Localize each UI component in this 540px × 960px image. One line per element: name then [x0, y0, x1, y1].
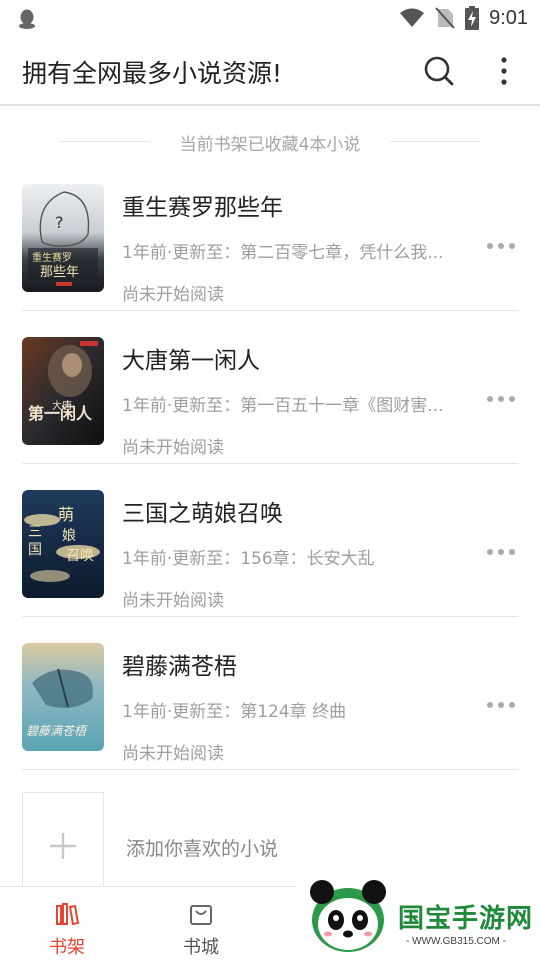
tab-bookshelf[interactable]: 书架 — [12, 887, 122, 960]
book-update-info: 1年前·更新至：第二百零七章，凭什么我... — [122, 243, 444, 263]
book-title: 三国之萌娘召唤 — [122, 501, 283, 527]
watermark-url: - WWW.GB315.COM - — [406, 936, 506, 947]
svg-text:那些年: 那些年 — [40, 265, 79, 280]
status-bar: 9:01 — [0, 0, 540, 36]
book-cover[interactable]: ? 重生赛罗 那些年 — [22, 184, 104, 292]
book-item[interactable]: 第一闲人 大唐 大唐第一闲人 1年前·更新至：第一百五十一章《图财害... 尚未… — [0, 311, 540, 464]
plus-icon — [50, 833, 76, 859]
book-read-status: 尚未开始阅读 — [122, 591, 224, 611]
svg-text:国: 国 — [28, 542, 42, 558]
panda-logo-icon — [310, 880, 386, 952]
watermark-name: 国宝手游网 — [398, 904, 534, 934]
wifi-icon — [400, 8, 425, 27]
book-title: 大唐第一闲人 — [122, 348, 260, 374]
shopping-bag-icon — [190, 905, 212, 925]
shelf-summary-text: 当前书架已收藏4本小说 — [179, 135, 361, 155]
more-horizontal-icon[interactable] — [480, 385, 522, 413]
search-icon[interactable] — [420, 52, 458, 90]
book-read-status: 尚未开始阅读 — [122, 438, 224, 458]
more-horizontal-icon[interactable] — [480, 691, 522, 719]
more-horizontal-icon[interactable] — [480, 232, 522, 260]
book-title: 碧藤满苍梧 — [122, 654, 237, 680]
svg-text:重生赛罗: 重生赛罗 — [32, 251, 72, 264]
page-title: 拥有全网最多小说资源! — [22, 59, 283, 88]
svg-text:召唤: 召唤 — [66, 547, 94, 564]
divider — [390, 141, 480, 142]
book-title: 重生赛罗那些年 — [122, 195, 283, 221]
svg-text:三: 三 — [28, 524, 42, 540]
book-read-status: 尚未开始阅读 — [122, 285, 224, 305]
watermark: 国宝手游网 - WWW.GB315.COM - — [296, 870, 540, 960]
book-item[interactable]: 三 国 萌 娘 召唤 三国之萌娘召唤 1年前·更新至：156章：长安大乱 尚未开… — [0, 464, 540, 617]
book-cover[interactable]: 碧藤满苍梧 — [22, 643, 104, 751]
tab-bookstore[interactable]: 书城 — [146, 887, 256, 960]
no-sim-icon — [435, 7, 455, 29]
svg-text:大唐: 大唐 — [52, 399, 72, 412]
svg-text:娘: 娘 — [62, 528, 76, 544]
book-cover[interactable]: 第一闲人 大唐 — [22, 337, 104, 445]
add-book-label[interactable]: 添加你喜欢的小说 — [126, 834, 278, 861]
shelf-summary: 当前书架已收藏4本小说 — [60, 128, 480, 156]
book-update-info: 1年前·更新至：第124章 终曲 — [122, 702, 347, 722]
battery-charging-icon — [465, 6, 480, 30]
book-item[interactable]: ? 重生赛罗 那些年 重生赛罗那些年 1年前·更新至：第二百零七章，凭什么我..… — [0, 158, 540, 311]
book-read-status: 尚未开始阅读 — [122, 744, 224, 764]
more-horizontal-icon[interactable] — [480, 538, 522, 566]
tab-bookstore-label: 书城 — [183, 937, 219, 958]
book-update-info: 1年前·更新至：156章：长安大乱 — [122, 549, 375, 569]
clock: 9:01 — [489, 6, 528, 29]
tab-bookshelf-label: 书架 — [49, 937, 85, 958]
app-bar: 拥有全网最多小说资源! — [0, 36, 540, 106]
book-cover[interactable]: 三 国 萌 娘 召唤 — [22, 490, 104, 598]
svg-text:碧藤满苍梧: 碧藤满苍梧 — [26, 724, 88, 738]
book-update-info: 1年前·更新至：第一百五十一章《图财害... — [122, 396, 444, 416]
qq-icon — [19, 9, 35, 29]
svg-text:?: ? — [55, 213, 64, 232]
svg-text:萌: 萌 — [58, 505, 74, 524]
bookshelf-icon — [56, 903, 80, 926]
more-vertical-icon[interactable] — [490, 52, 518, 90]
add-book-button[interactable] — [22, 792, 104, 900]
divider — [22, 769, 518, 770]
book-item[interactable]: 碧藤满苍梧 碧藤满苍梧 1年前·更新至：第124章 终曲 尚未开始阅读 — [0, 617, 540, 770]
